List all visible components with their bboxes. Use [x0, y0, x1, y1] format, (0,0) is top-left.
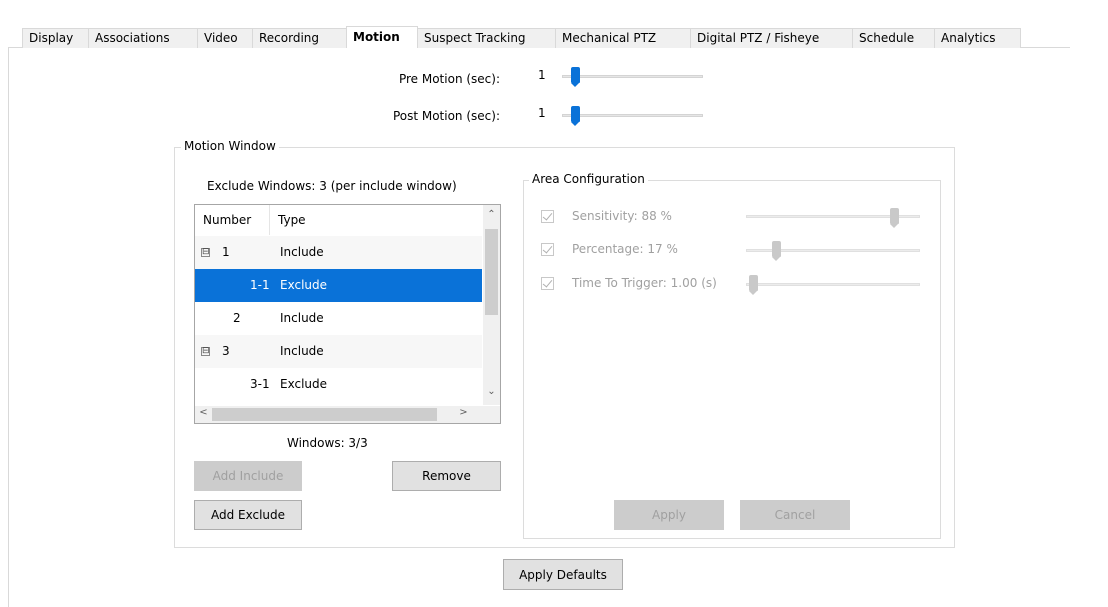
list-row[interactable]: 3-1 Exclude: [195, 368, 482, 401]
tab-digital-ptz-fisheye[interactable]: Digital PTZ / Fisheye: [690, 28, 853, 48]
exclude-windows-caption: Exclude Windows: 3 (per include window): [207, 179, 457, 193]
row-type: Exclude: [280, 278, 328, 292]
windows-count: Windows: 3/3: [287, 436, 368, 450]
list-row[interactable]: 2 Include: [195, 302, 482, 335]
add-include-button[interactable]: Add Include: [194, 461, 302, 491]
tab-analytics[interactable]: Analytics: [934, 28, 1021, 48]
post-motion-value: 1: [538, 106, 546, 120]
remove-button[interactable]: Remove: [392, 461, 501, 491]
area-configuration-title: Area Configuration: [529, 172, 648, 186]
scroll-up-icon[interactable]: ⌃: [483, 209, 500, 220]
scroll-down-icon[interactable]: ⌄: [483, 386, 500, 397]
list-header: Number Type: [195, 205, 483, 235]
area-configuration-group: [523, 180, 941, 539]
percentage-checkbox[interactable]: [541, 243, 554, 256]
scroll-corner: [483, 406, 500, 423]
add-exclude-button[interactable]: Add Exclude: [194, 500, 302, 530]
cancel-button[interactable]: Cancel: [740, 500, 850, 530]
percentage-slider-thumb[interactable]: [772, 241, 781, 261]
row-type: Exclude: [280, 377, 328, 391]
pre-motion-slider-thumb[interactable]: [571, 67, 580, 87]
collapse-icon[interactable]: ⊟: [201, 347, 210, 356]
tab-suspect-tracking[interactable]: Suspect Tracking: [417, 28, 556, 48]
sensitivity-checkbox[interactable]: [541, 210, 554, 223]
time-to-trigger-label: Time To Trigger: 1.00 (s): [572, 276, 717, 290]
row-number: 1-1: [250, 278, 270, 292]
scroll-right-icon[interactable]: >: [455, 407, 472, 418]
row-number: 1: [222, 245, 230, 259]
tab-mechanical-ptz[interactable]: Mechanical PTZ: [555, 28, 691, 48]
vertical-scroll-thumb[interactable]: [485, 229, 498, 315]
pre-motion-label: Pre Motion (sec):: [398, 72, 500, 86]
tab-bar-line: [1030, 47, 1070, 48]
tab-recording[interactable]: Recording: [252, 28, 347, 48]
collapse-icon[interactable]: ⊟: [201, 248, 210, 257]
column-header-type[interactable]: Type: [270, 205, 470, 235]
apply-button[interactable]: Apply: [614, 500, 724, 530]
pre-motion-value: 1: [538, 68, 546, 82]
time-to-trigger-slider-track[interactable]: [746, 283, 920, 286]
time-to-trigger-checkbox[interactable]: [541, 277, 554, 290]
list-row[interactable]: ⊟ 1 Include: [195, 236, 482, 269]
tab-video[interactable]: Video: [197, 28, 253, 48]
tab-motion[interactable]: Motion: [346, 26, 418, 48]
list-row[interactable]: 1-1 Exclude: [195, 269, 482, 302]
row-type: Include: [280, 311, 324, 325]
apply-defaults-button[interactable]: Apply Defaults: [503, 559, 623, 590]
percentage-label: Percentage: 17 %: [572, 242, 678, 256]
pre-motion-slider-track[interactable]: [562, 75, 703, 78]
horizontal-scroll-thumb[interactable]: [212, 408, 437, 421]
tab-schedule[interactable]: Schedule: [852, 28, 935, 48]
scroll-left-icon[interactable]: <: [195, 407, 212, 418]
vertical-scrollbar[interactable]: ⌃ ⌄: [483, 205, 500, 405]
horizontal-scrollbar[interactable]: < >: [195, 406, 483, 423]
tab-bar: Display Associations Video Recording Mot…: [22, 26, 1021, 48]
motion-window-title: Motion Window: [181, 139, 279, 153]
tab-associations[interactable]: Associations: [88, 28, 198, 48]
row-number: 3: [222, 344, 230, 358]
row-number: 3-1: [250, 377, 270, 391]
tab-display[interactable]: Display: [22, 28, 89, 48]
time-to-trigger-slider-thumb[interactable]: [749, 275, 758, 295]
list-row[interactable]: ⊟ 3 Include: [195, 335, 482, 368]
post-motion-slider-thumb[interactable]: [571, 106, 580, 126]
row-type: Include: [280, 344, 324, 358]
post-motion-label: Post Motion (sec):: [392, 109, 500, 123]
post-motion-slider-track[interactable]: [562, 114, 703, 117]
row-type: Include: [280, 245, 324, 259]
sensitivity-label: Sensitivity: 88 %: [572, 209, 672, 223]
row-number: 2: [233, 311, 241, 325]
sensitivity-slider-thumb[interactable]: [890, 208, 899, 228]
column-header-number[interactable]: Number: [195, 205, 270, 235]
motion-window-list[interactable]: Number Type ⊟ 1 Include 1-1 Exclude 2 In…: [194, 204, 501, 424]
